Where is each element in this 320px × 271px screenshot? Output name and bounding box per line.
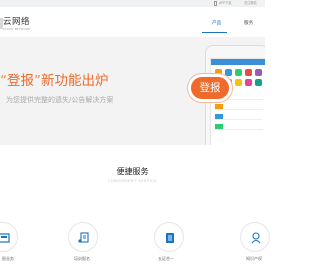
thumbnail <box>215 124 223 129</box>
headline-key: 登报 <box>7 73 34 89</box>
nav-services[interactable]: 服务 <box>244 20 253 26</box>
logo-subtitle: CLOUD NETWORK <box>3 28 31 31</box>
service-newspaper[interactable] <box>0 222 18 252</box>
app-tile-icon <box>245 69 252 76</box>
services-title: 便捷服务 <box>116 167 149 176</box>
banner-headline: “登报”新功能出炉 <box>0 73 109 89</box>
nav-products[interactable]: 产品 <box>212 20 221 26</box>
phone-icon <box>214 1 217 6</box>
service-label-training[interactable]: 培训报名 <box>74 256 90 262</box>
list-item <box>215 113 263 120</box>
top-utility-bar: APP下载 关注微信 <box>0 0 265 7</box>
nav-active-indicator <box>202 32 227 34</box>
banner-subline: 为您提供完整的遗失/公告解决方案 <box>6 96 114 104</box>
service-label-documents[interactable]: 五证合一 <box>158 256 174 262</box>
list-item <box>215 103 263 110</box>
app-tile-icon <box>225 69 232 76</box>
carousel-dots <box>128 140 141 145</box>
app-tile-icon <box>255 69 262 76</box>
hero-banner[interactable]: “登报”新功能出炉 为您提供完整的遗失/公告解决方案 登报 <box>0 37 265 145</box>
service-ip[interactable] <box>240 222 270 252</box>
banner-badge: 登报 <box>188 74 232 102</box>
app-tile-icon <box>235 79 242 86</box>
newspaper-icon <box>0 233 10 243</box>
service-documents[interactable] <box>154 222 184 252</box>
app-tile-icon <box>245 79 252 86</box>
phone-screen-header <box>211 59 265 65</box>
site-header: 云网络 CLOUD NETWORK 产品 服务 <box>0 7 265 37</box>
services-subtitle: CONVENIENT SERVICE <box>108 179 157 183</box>
service-label-newspaper[interactable]: 报业务 <box>2 256 14 262</box>
headline-quote-close: ” <box>34 73 41 89</box>
thumbnail <box>215 114 223 119</box>
list-item <box>215 123 263 130</box>
headline-quote-open: “ <box>0 73 7 89</box>
thumbnail <box>215 104 223 109</box>
wechat-follow-link[interactable]: 关注微信 <box>244 1 257 6</box>
training-icon <box>78 232 89 243</box>
app-tile-icon <box>235 69 242 76</box>
logo-text[interactable]: 云网络 <box>3 18 30 27</box>
headline-rest: 新功能出炉 <box>41 73 109 89</box>
document-icon <box>166 233 174 243</box>
service-label-ip[interactable]: 知识产权 <box>246 256 262 262</box>
app-tile-icon <box>255 79 262 86</box>
ip-icon <box>251 232 261 244</box>
service-training[interactable] <box>68 222 98 252</box>
app-download-link[interactable]: APP下载 <box>219 1 231 6</box>
